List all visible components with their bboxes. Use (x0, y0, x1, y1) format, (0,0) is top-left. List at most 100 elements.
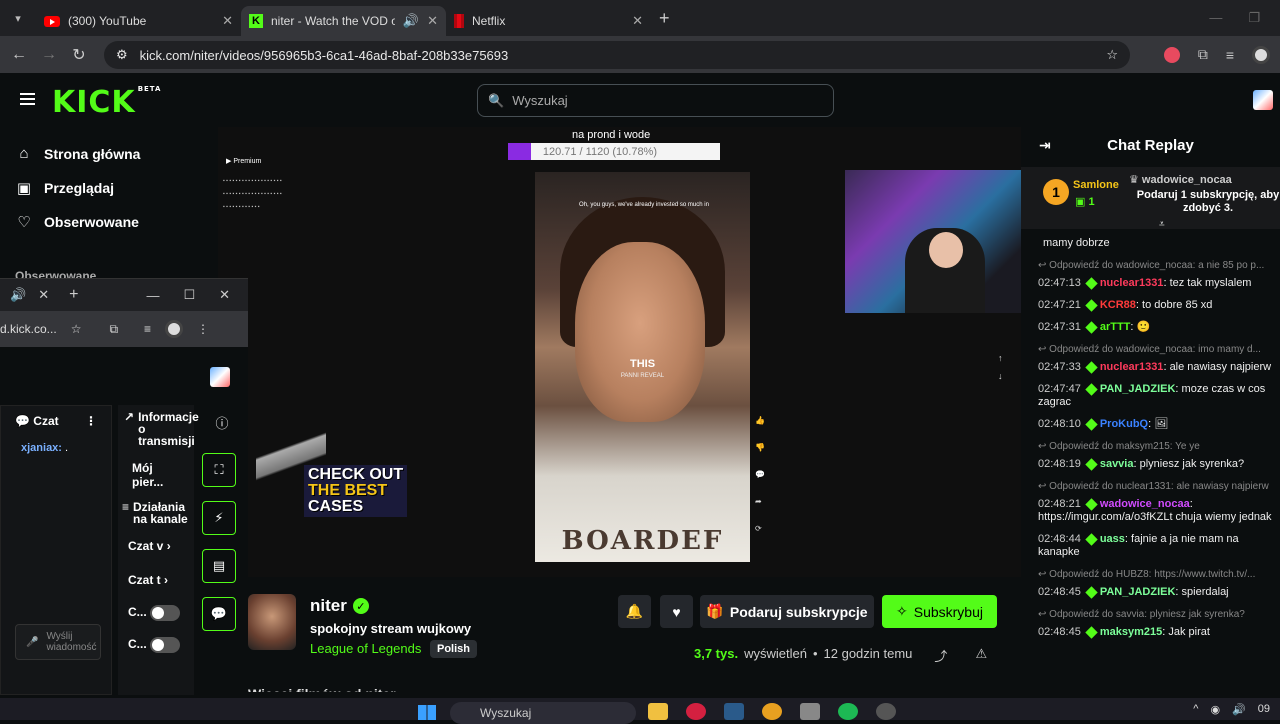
chat-username[interactable]: uass (1100, 533, 1125, 545)
category-link[interactable]: League of Legends (310, 641, 421, 656)
windows-start-icon[interactable] (418, 705, 436, 720)
opera-icon[interactable] (686, 703, 706, 720)
info-icon[interactable]: ⓘ (202, 405, 242, 439)
maximize-icon[interactable]: ☐ (183, 287, 195, 303)
minimize-icon[interactable]: — (146, 288, 159, 303)
maximize-icon[interactable]: ❐ (1248, 10, 1260, 26)
tab-search-chevron-icon[interactable]: ▾ (0, 0, 36, 36)
tray-chevron-icon[interactable]: ^ (1193, 703, 1198, 716)
minimize-icon[interactable]: — (1209, 10, 1222, 26)
media-control-icon[interactable]: ≡ (1226, 47, 1234, 63)
extensions-puzzle-icon[interactable]: ⧉ (1198, 46, 1208, 63)
spotify-icon[interactable] (838, 703, 858, 720)
profile-avatar[interactable] (165, 320, 184, 338)
taskbar-search[interactable]: Wyszukaj (450, 702, 636, 724)
close-window-icon[interactable]: ✕ (219, 287, 230, 303)
media-control-icon[interactable]: ≡ (144, 322, 151, 336)
reload-button[interactable]: ↻ (64, 45, 94, 65)
reply-context[interactable]: ↩ Odpowiedź do HUBZ8: https://www.twitch… (1038, 568, 1276, 581)
profile-avatar[interactable] (1252, 45, 1270, 64)
chat-username[interactable]: KCR88 (1100, 299, 1136, 311)
reply-context[interactable]: ↩ Odpowiedź do nuclear1331: ale nawiasy … (1038, 480, 1276, 493)
user-avatar[interactable] (1253, 90, 1273, 110)
clock-app-icon[interactable] (876, 703, 896, 720)
new-tab-button[interactable]: + (659, 8, 670, 29)
more-icon[interactable]: ⋮ (85, 414, 97, 428)
send-message-input[interactable]: 🎤 Wyślij wiadomość (15, 624, 101, 660)
follow-button[interactable]: ♥ (660, 595, 693, 628)
chat-username[interactable]: PAN_JADZIEK (1100, 383, 1176, 395)
mic-icon[interactable]: 🎤 (26, 637, 38, 648)
user-avatar[interactable] (210, 367, 230, 387)
sidebar-item-browse[interactable]: ▣ Przeglądaj (16, 179, 114, 197)
gift-sub-button[interactable]: 🎁 Podaruj subskrypcje (700, 595, 874, 628)
settings-icon[interactable] (800, 703, 820, 720)
close-icon[interactable]: ✕ (632, 13, 643, 29)
site-info-icon[interactable]: ⚙ (116, 47, 128, 63)
kick-logo[interactable]: KICK BETA (52, 85, 161, 120)
forward-button[interactable]: → (34, 46, 64, 64)
screenshot-tool-button[interactable]: ⛶ (202, 453, 236, 487)
chat-username[interactable]: nuclear1331 (1100, 277, 1164, 289)
netflix-icon (454, 14, 464, 28)
language-badge[interactable]: Polish (430, 640, 478, 658)
report-icon[interactable]: ⚠ (975, 646, 987, 665)
chat-username[interactable]: savvia (1100, 458, 1134, 470)
sidebar-item-following[interactable]: ♡ Obserwowane (16, 213, 139, 231)
chat-username[interactable]: PAN_JADZIEK (1100, 586, 1176, 598)
chat-username[interactable]: arTTT (1100, 321, 1131, 333)
chat-username[interactable]: ProKubQ (1100, 418, 1148, 430)
share-icon[interactable]: ⤴ (934, 646, 947, 665)
clock-text[interactable]: 09 (1258, 703, 1270, 716)
chat-type-row[interactable]: Czat t › (118, 563, 194, 597)
reply-context[interactable]: ↩ Odpowiedź do savvia: plyniesz jak syre… (1038, 608, 1276, 621)
channel-name[interactable]: niter (310, 596, 347, 616)
volume-icon[interactable]: 🔊 (1232, 703, 1246, 716)
search-input[interactable]: 🔍 Wyszukaj (477, 84, 834, 117)
sidebar-item-home[interactable]: ⌂ Strona główna (16, 145, 140, 162)
notes-tool-button[interactable]: ▤ (202, 549, 236, 583)
wifi-icon[interactable]: ◉ (1210, 703, 1220, 716)
bolt-tool-button[interactable]: ⚡ (202, 501, 236, 535)
tab-netflix[interactable]: Netflix ✕ (446, 6, 651, 36)
folder-icon[interactable] (648, 703, 668, 720)
back-button[interactable]: ← (4, 46, 34, 64)
chat-username[interactable]: maksym215 (1100, 626, 1162, 638)
chat-tool-button[interactable]: 💬 (202, 597, 236, 631)
more-menu-icon[interactable]: ⋮ (197, 322, 209, 336)
steam-icon[interactable] (724, 703, 744, 720)
menu-hamburger-icon[interactable] (20, 93, 35, 108)
popout-url[interactable]: d.kick.co... (0, 322, 57, 336)
extension-icon[interactable] (1163, 46, 1180, 63)
chat-username[interactable]: wadowice_nocaa (1100, 498, 1190, 510)
chat-username[interactable]: nuclear1331 (1100, 361, 1164, 373)
chat-user[interactable]: xjaniax: (21, 442, 62, 454)
bookmark-star-icon[interactable]: ☆ (71, 322, 82, 336)
chat-mode-row[interactable]: Czat v › (118, 529, 194, 563)
my-stream-link[interactable]: Mój pier... (118, 453, 194, 497)
toggle-switch[interactable] (150, 637, 181, 653)
video-player[interactable]: ▶ Premium ▪ ▪ ▪ ▪ ▪ ▪ ▪ ▪ ▪ ▪ ▪ ▪ ▪ ▪ ▪ … (218, 127, 1021, 577)
reply-context[interactable]: ↩ Odpowiedź do wadowice_nocaa: imo mamy … (1038, 343, 1276, 356)
close-icon[interactable]: ✕ (222, 13, 233, 29)
pinned-user[interactable]: ♛ wadowice_nocaa (1129, 173, 1232, 186)
url-field[interactable]: ⚙ kick.com/niter/videos/956965b3-6ca1-46… (104, 41, 1130, 69)
subscribe-button[interactable]: ✧ Subskrybuj (882, 595, 997, 628)
bookmark-star-icon[interactable]: ☆ (1106, 47, 1118, 63)
speaker-icon[interactable]: 🔊 (10, 287, 26, 303)
new-tab-button[interactable]: + (69, 286, 78, 304)
reply-context[interactable]: ↩ Odpowiedź do wadowice_nocaa: a nie 85 … (1038, 259, 1276, 272)
chrome-icon[interactable] (762, 703, 782, 720)
tab-youtube[interactable]: (300) YouTube ✕ (36, 6, 241, 36)
close-icon[interactable]: ✕ (38, 287, 49, 303)
notify-button[interactable]: 🔔 (618, 595, 651, 628)
extensions-puzzle-icon[interactable]: ⧉ (109, 322, 118, 337)
collapse-chat-icon[interactable]: ⇥ (1039, 137, 1051, 154)
tab-kick[interactable]: K niter - Watch the VOD on K 🔊 ✕ (241, 6, 446, 36)
speaker-icon[interactable]: 🔊 (403, 13, 419, 29)
channel-avatar[interactable] (248, 594, 296, 650)
close-icon[interactable]: ✕ (427, 13, 438, 29)
top-gifter[interactable]: Samlone (1073, 179, 1119, 191)
toggle-switch[interactable] (150, 605, 181, 621)
reply-context[interactable]: ↩ Odpowiedź do maksym215: Ye ye (1038, 440, 1276, 453)
